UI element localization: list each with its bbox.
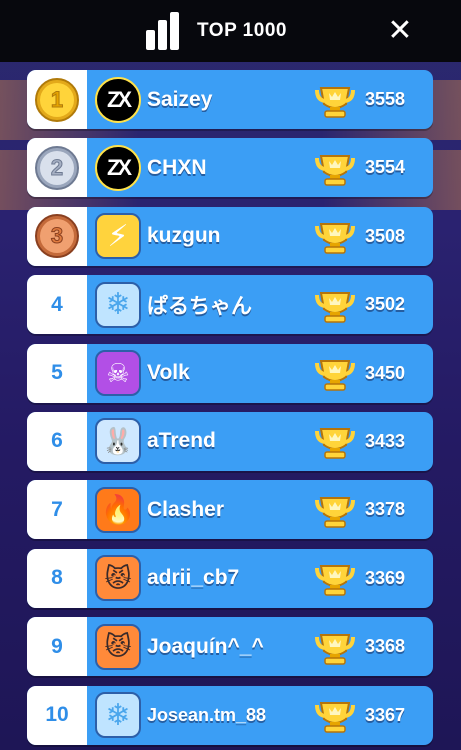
leaderboard-row[interactable]: 4 ❄ ぱるちゃん 3502 <box>27 275 433 335</box>
close-icon[interactable]: ✕ <box>383 14 417 48</box>
leaderboard-row[interactable]: 2 ZX CHXN 3554 <box>27 138 433 198</box>
trophy-icon <box>315 423 355 460</box>
leaderboard-bars-icon <box>146 12 180 50</box>
rank-cell: 10 <box>27 685 87 745</box>
bunny-icon: 🐰 <box>95 418 141 465</box>
player-name: kuzgun <box>147 224 221 248</box>
rank-number: 1 <box>40 82 74 117</box>
rank-cell: 1 <box>27 70 87 129</box>
player-name: aTrend <box>147 429 216 453</box>
trophy-icon <box>315 629 355 665</box>
leaderboard-row[interactable]: 5 ☠ Volk 3450 <box>27 343 433 403</box>
angry-cat-icon: 😾 <box>95 555 141 602</box>
trophy-icon <box>315 82 355 118</box>
player-name: Volk <box>147 361 190 385</box>
trophy-score: 3450 <box>365 362 406 383</box>
leaderboard-row[interactable]: 3 ⚡ kuzgun 3508 <box>27 206 433 266</box>
rank-number: 3 <box>40 219 74 254</box>
leaderboard-row[interactable]: 1 ZX Saizey 3558 <box>27 70 433 129</box>
trophy-score: 3378 <box>365 499 406 520</box>
player-name: Saizey <box>147 87 213 111</box>
trophy-score: 3369 <box>365 567 406 588</box>
rank-cell: 5 <box>27 343 87 403</box>
trophy-icon <box>315 697 355 733</box>
trophy-score: 3367 <box>365 704 406 725</box>
bronze-medal-icon: 3 <box>35 214 79 259</box>
page-title: TOP 1000 <box>197 20 287 41</box>
player-name: CHXN <box>147 155 207 179</box>
trophy-score: 3502 <box>365 294 406 315</box>
leaderboard-row[interactable]: 9 😾 Joaquín^_^ 3368 <box>27 617 433 677</box>
rank-cell: 3 <box>27 206 87 266</box>
player-name: Josean.tm_88 <box>147 704 267 725</box>
rank-number: 4 <box>51 292 63 316</box>
rank-number: 7 <box>51 497 63 521</box>
leaderboard-row[interactable]: 6 🐰 aTrend 3433 <box>27 411 433 471</box>
rank-number: 6 <box>51 429 63 453</box>
rank-cell: 7 <box>27 480 87 540</box>
snowflake-icon: ❄ <box>95 281 141 328</box>
leaderboard-row[interactable]: 10 ❄ Josean.tm_88 3367 <box>27 685 433 745</box>
leaderboard-list: 1 ZX Saizey 3558 2 ZX CHXN 3554 3 ⚡ kuzgun 3508 4… <box>27 70 433 750</box>
player-name: ぱるちゃん <box>147 294 252 318</box>
trophy-score: 3558 <box>365 89 406 109</box>
rank-cell: 6 <box>27 411 87 471</box>
leaderboard-header: TOP 1000 ✕ <box>0 0 461 62</box>
ghost-skull-icon: ☠ <box>95 350 141 397</box>
leaderboard-row[interactable]: 8 😾 adrii_cb7 3369 <box>27 548 433 608</box>
rank-number: 8 <box>51 566 63 590</box>
player-name: Clasher <box>147 497 225 521</box>
rank-cell: 4 <box>27 275 87 335</box>
trophy-score: 3508 <box>365 225 406 246</box>
rank-cell: 8 <box>27 548 87 608</box>
silver-medal-icon: 2 <box>35 145 79 190</box>
rank-number: 2 <box>40 150 74 185</box>
rank-number: 5 <box>51 361 63 385</box>
trophy-icon <box>315 492 355 528</box>
rank-cell: 2 <box>27 138 87 198</box>
trophy-icon <box>315 560 355 596</box>
trophy-icon <box>315 355 355 391</box>
trophy-score: 3368 <box>365 636 406 657</box>
zx-logo-icon: ZX <box>95 144 141 191</box>
leaderboard-row[interactable]: 7 🔥 Clasher 3378 <box>27 480 433 540</box>
trophy-icon <box>315 150 355 186</box>
snowflake-icon: ❄ <box>95 692 141 739</box>
gold-medal-icon: 1 <box>35 77 79 122</box>
rank-number: 9 <box>51 634 63 658</box>
trophy-icon <box>315 287 355 323</box>
rank-number: 10 <box>45 703 69 727</box>
trophy-score: 3433 <box>365 430 406 451</box>
trophy-score: 3554 <box>365 157 406 178</box>
lightning-bolt-icon: ⚡ <box>95 213 141 260</box>
zx-logo-icon: ZX <box>95 76 141 123</box>
player-name: Joaquín^_^ <box>147 634 264 658</box>
player-name: adrii_cb7 <box>147 566 240 590</box>
angry-cat-icon: 😾 <box>95 623 141 670</box>
fire-icon: 🔥 <box>95 486 141 533</box>
trophy-icon <box>315 218 355 255</box>
rank-cell: 9 <box>27 617 87 677</box>
